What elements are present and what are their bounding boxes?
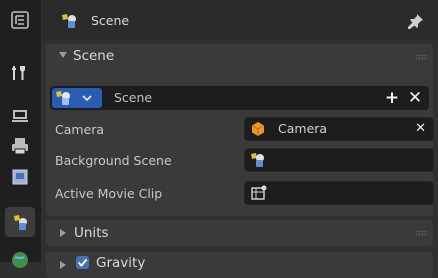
properties-header: Scene bbox=[41, 0, 438, 40]
movie-clip-icon bbox=[251, 185, 267, 200]
tab-outliner[interactable] bbox=[5, 5, 35, 35]
camera-object-icon bbox=[251, 122, 265, 136]
tab-world[interactable] bbox=[5, 245, 35, 275]
tab-render[interactable] bbox=[5, 100, 35, 130]
gravity-checkbox[interactable] bbox=[76, 256, 89, 269]
tab-tool[interactable] bbox=[5, 58, 35, 88]
camera-clear-button[interactable]: ✕ bbox=[415, 121, 426, 136]
scene-panel-title: Scene bbox=[73, 48, 115, 64]
active-movie-clip-field[interactable] bbox=[244, 181, 434, 205]
scene-icon bbox=[62, 14, 76, 28]
scene-selector: Scene + ✕ bbox=[50, 86, 429, 110]
properties-tab-bar bbox=[0, 0, 41, 268]
expand-triangle-icon bbox=[60, 229, 66, 237]
active-movie-clip-label: Active Movie Clip bbox=[55, 186, 163, 201]
background-scene-field[interactable] bbox=[244, 148, 434, 172]
camera-value: Camera bbox=[278, 121, 328, 136]
drag-grip-icon[interactable] bbox=[415, 54, 427, 60]
view-layer-icon bbox=[12, 169, 28, 185]
scene-panel-header[interactable]: Scene bbox=[46, 44, 433, 70]
unlink-scene-button[interactable]: ✕ bbox=[405, 88, 425, 108]
pin-icon[interactable] bbox=[408, 13, 424, 29]
context-title: Scene bbox=[91, 13, 130, 28]
scene-icon bbox=[251, 153, 264, 167]
units-panel-header[interactable]: Units bbox=[46, 220, 433, 246]
new-scene-button[interactable]: + bbox=[382, 88, 402, 108]
camera-field[interactable]: Camera ✕ bbox=[244, 117, 434, 141]
scene-icon bbox=[14, 215, 27, 230]
chevron-down-icon bbox=[82, 95, 92, 102]
gravity-panel-header[interactable]: Gravity bbox=[46, 252, 433, 278]
scene-icon bbox=[56, 91, 70, 105]
background-scene-label: Background Scene bbox=[55, 153, 172, 168]
tab-scene[interactable] bbox=[5, 207, 35, 237]
drag-grip-icon[interactable] bbox=[415, 230, 427, 236]
checkmark-icon bbox=[77, 258, 88, 267]
properties-editor: Scene Scene Scene + ✕ Camera Camera ✕ Ba… bbox=[41, 0, 438, 278]
units-panel-title: Units bbox=[74, 225, 109, 241]
tab-output[interactable] bbox=[5, 131, 35, 161]
collapse-triangle-icon bbox=[59, 52, 67, 58]
expand-triangle-icon bbox=[60, 261, 66, 269]
scene-browse-button[interactable] bbox=[52, 88, 102, 108]
scene-name-input[interactable]: Scene bbox=[114, 90, 152, 105]
camera-label: Camera bbox=[55, 122, 105, 137]
output-icon bbox=[12, 138, 28, 155]
tool-icon bbox=[12, 66, 25, 80]
gravity-panel-title: Gravity bbox=[96, 255, 146, 271]
outliner-icon bbox=[11, 11, 29, 29]
world-icon bbox=[12, 252, 28, 268]
tab-view-layer[interactable] bbox=[5, 162, 35, 192]
render-icon bbox=[12, 110, 28, 122]
